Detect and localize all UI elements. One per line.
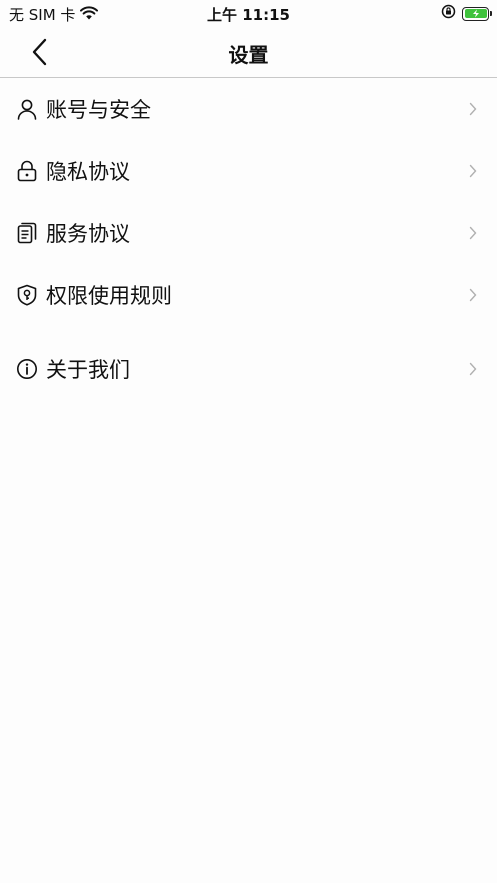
settings-item-label: 账号与安全: [46, 98, 151, 122]
settings-item-account-security[interactable]: 账号与安全: [0, 78, 497, 140]
document-icon: [16, 222, 38, 244]
settings-item-label: 关于我们: [46, 358, 130, 382]
settings-item-label: 服务协议: [46, 222, 130, 246]
settings-item-privacy-policy[interactable]: 隐私协议: [0, 140, 497, 202]
settings-item-label: 权限使用规则: [46, 284, 172, 308]
battery-icon: [462, 6, 492, 21]
settings-item-label: 隐私协议: [46, 160, 130, 184]
chevron-right-icon: [469, 226, 477, 240]
status-time: 上午 11:15: [207, 6, 290, 24]
chevron-right-icon: [469, 102, 477, 116]
settings-item-service-agreement[interactable]: 服务协议: [0, 202, 497, 264]
person-icon: [16, 98, 38, 120]
status-right: [441, 4, 492, 23]
chevron-right-icon: [469, 288, 477, 302]
chevron-right-icon: [469, 362, 477, 376]
info-icon: [16, 358, 38, 380]
nav-bar: 设置: [0, 26, 497, 78]
status-bar: 无 SIM 卡 上午 11:15: [0, 0, 497, 26]
settings-item-about-us[interactable]: 关于我们: [0, 338, 497, 400]
rotation-lock-icon: [441, 4, 456, 23]
settings-item-permission-rules[interactable]: 权限使用规则: [0, 264, 497, 326]
battery-fill: [464, 9, 487, 18]
chevron-right-icon: [469, 164, 477, 178]
lock-icon: [16, 160, 38, 182]
settings-list: 账号与安全 隐私协议 服务协议 权限使用规则 关于我们: [0, 78, 497, 400]
shield-key-icon: [16, 284, 38, 306]
page-title: 设置: [228, 43, 269, 67]
